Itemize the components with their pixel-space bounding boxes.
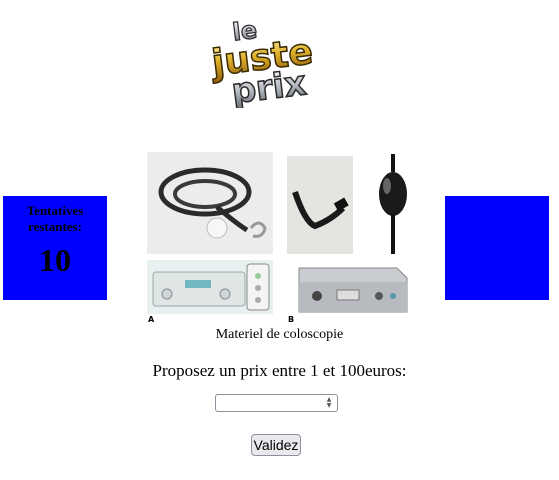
control-unit-b-photo: B (287, 260, 412, 324)
le-juste-prix-logo: le juste prix (198, 8, 348, 108)
right-blue-panel (445, 196, 549, 300)
endoscope-coil-photo (147, 152, 273, 254)
submit-button[interactable]: Validez (251, 434, 301, 456)
chevron-down-icon[interactable]: ▼ (327, 403, 332, 409)
endoscope-tip-photo (287, 154, 412, 254)
price-input[interactable] (216, 395, 326, 411)
panel-label-a: A (148, 315, 155, 324)
price-input-container[interactable]: ▲ ▼ (215, 394, 338, 412)
logo-text-prix: prix (229, 63, 308, 108)
attempts-value: 10 (39, 242, 71, 278)
attempts-panel: Tentatives restantes: 10 (3, 196, 107, 300)
product-image: A B (147, 152, 412, 324)
panel-label-b: B (288, 315, 294, 324)
control-unit-a-photo: A (147, 260, 273, 324)
price-prompt: Proposez un prix entre 1 et 100euros: (152, 361, 407, 380)
product-caption: Materiel de coloscopie (215, 327, 344, 342)
number-spinner[interactable]: ▲ ▼ (323, 396, 335, 410)
attempts-label: Tentatives restantes: (26, 203, 84, 234)
